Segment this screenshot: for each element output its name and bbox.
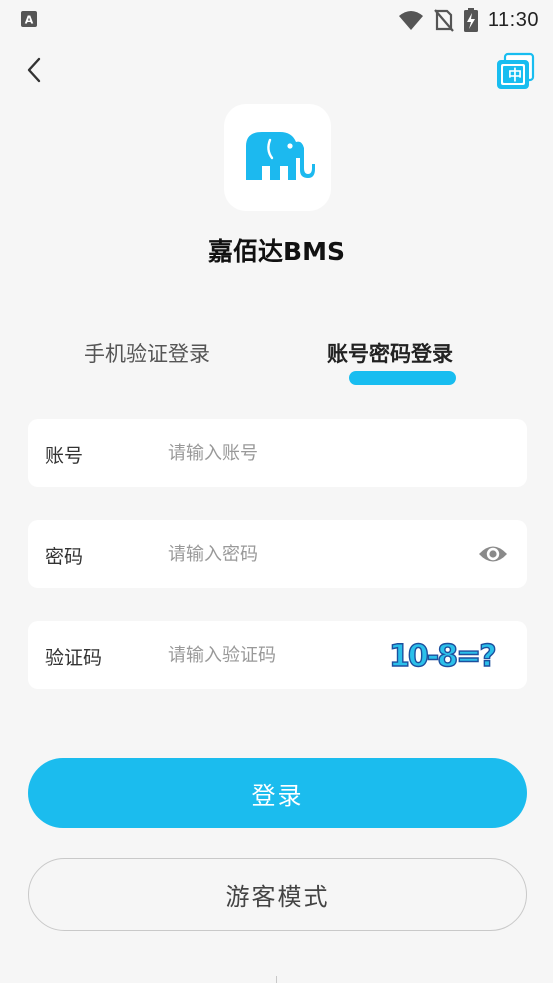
divider xyxy=(276,976,277,983)
keyboard-a-icon: A xyxy=(21,11,37,27)
svg-text:A: A xyxy=(25,14,34,27)
battery-charging-icon xyxy=(463,8,478,32)
app-name: 嘉佰达BMS xyxy=(208,237,345,266)
login-screen: A 11:30 中 嘉佰达BMS 手机验证登录 账号密码登录 账号 请输入账号 … xyxy=(0,0,553,983)
elephant-icon xyxy=(245,131,315,180)
captcha-text: 10-8=? xyxy=(389,639,495,674)
no-sim-icon xyxy=(434,9,454,32)
captcha-label: 验证码 xyxy=(45,647,103,669)
app-logo xyxy=(224,104,331,211)
active-tab-indicator xyxy=(349,371,456,385)
password-field: 密码 xyxy=(28,520,527,588)
language-label: 中 xyxy=(508,68,522,84)
login-button[interactable]: 登录 xyxy=(28,758,527,828)
password-input[interactable] xyxy=(168,534,458,574)
account-field: 账号 xyxy=(28,419,527,487)
wifi-icon xyxy=(398,11,423,30)
tab-password-login-label: 账号密码登录 xyxy=(327,342,453,366)
password-label: 密码 xyxy=(45,546,84,568)
captcha-field: 验证码 10-8=? xyxy=(28,621,527,689)
account-input[interactable] xyxy=(168,433,458,473)
back-button[interactable] xyxy=(16,52,52,88)
status-time: 11:30 xyxy=(487,8,539,31)
guest-mode-button[interactable]: 游客模式 xyxy=(28,858,527,931)
tab-sms-login[interactable]: 手机验证登录 xyxy=(84,338,210,368)
status-bar: A 11:30 xyxy=(0,0,553,40)
eye-icon[interactable] xyxy=(477,541,509,567)
captcha-input[interactable] xyxy=(168,635,368,675)
language-toggle-button[interactable]: 中 xyxy=(496,52,536,90)
chevron-left-icon xyxy=(27,57,41,83)
status-icons: 11:30 xyxy=(398,6,539,34)
account-label: 账号 xyxy=(45,445,84,467)
tab-password-login[interactable]: 账号密码登录 xyxy=(327,338,453,368)
captcha-image[interactable]: 10-8=? xyxy=(386,635,510,675)
